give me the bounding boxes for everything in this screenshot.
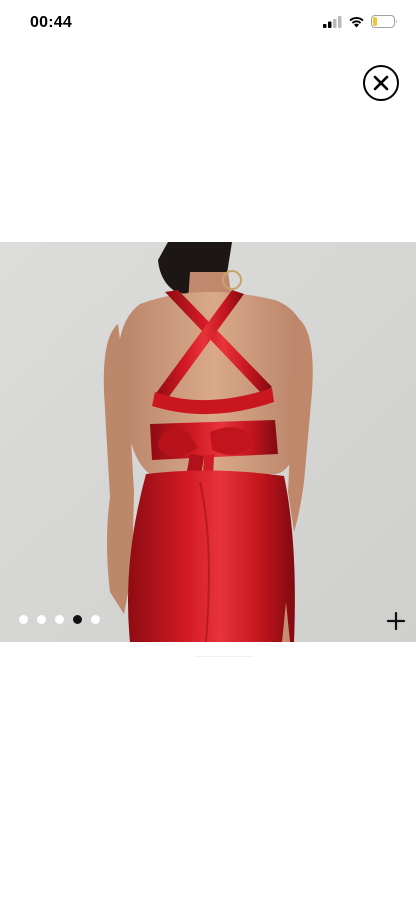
pagination-dot[interactable]	[19, 615, 28, 624]
close-icon	[373, 75, 389, 91]
wifi-icon	[349, 16, 364, 27]
pagination-dot[interactable]	[37, 615, 46, 624]
divider	[195, 656, 253, 657]
product-photo-illustration	[0, 242, 416, 642]
status-bar: 00:44	[0, 0, 416, 48]
battery-icon	[371, 15, 397, 28]
pagination-dots	[19, 615, 100, 624]
status-icons	[323, 15, 398, 28]
pagination-dot[interactable]	[73, 615, 82, 624]
close-button[interactable]	[363, 65, 399, 101]
pagination-dot[interactable]	[91, 615, 100, 624]
zoom-button[interactable]	[384, 609, 408, 633]
product-image[interactable]	[0, 242, 416, 642]
signal-icon	[323, 15, 342, 28]
plus-icon	[386, 611, 406, 631]
image-viewer-screen: 00:44	[0, 0, 416, 900]
status-time: 00:44	[30, 14, 72, 31]
pagination-dot[interactable]	[55, 615, 64, 624]
